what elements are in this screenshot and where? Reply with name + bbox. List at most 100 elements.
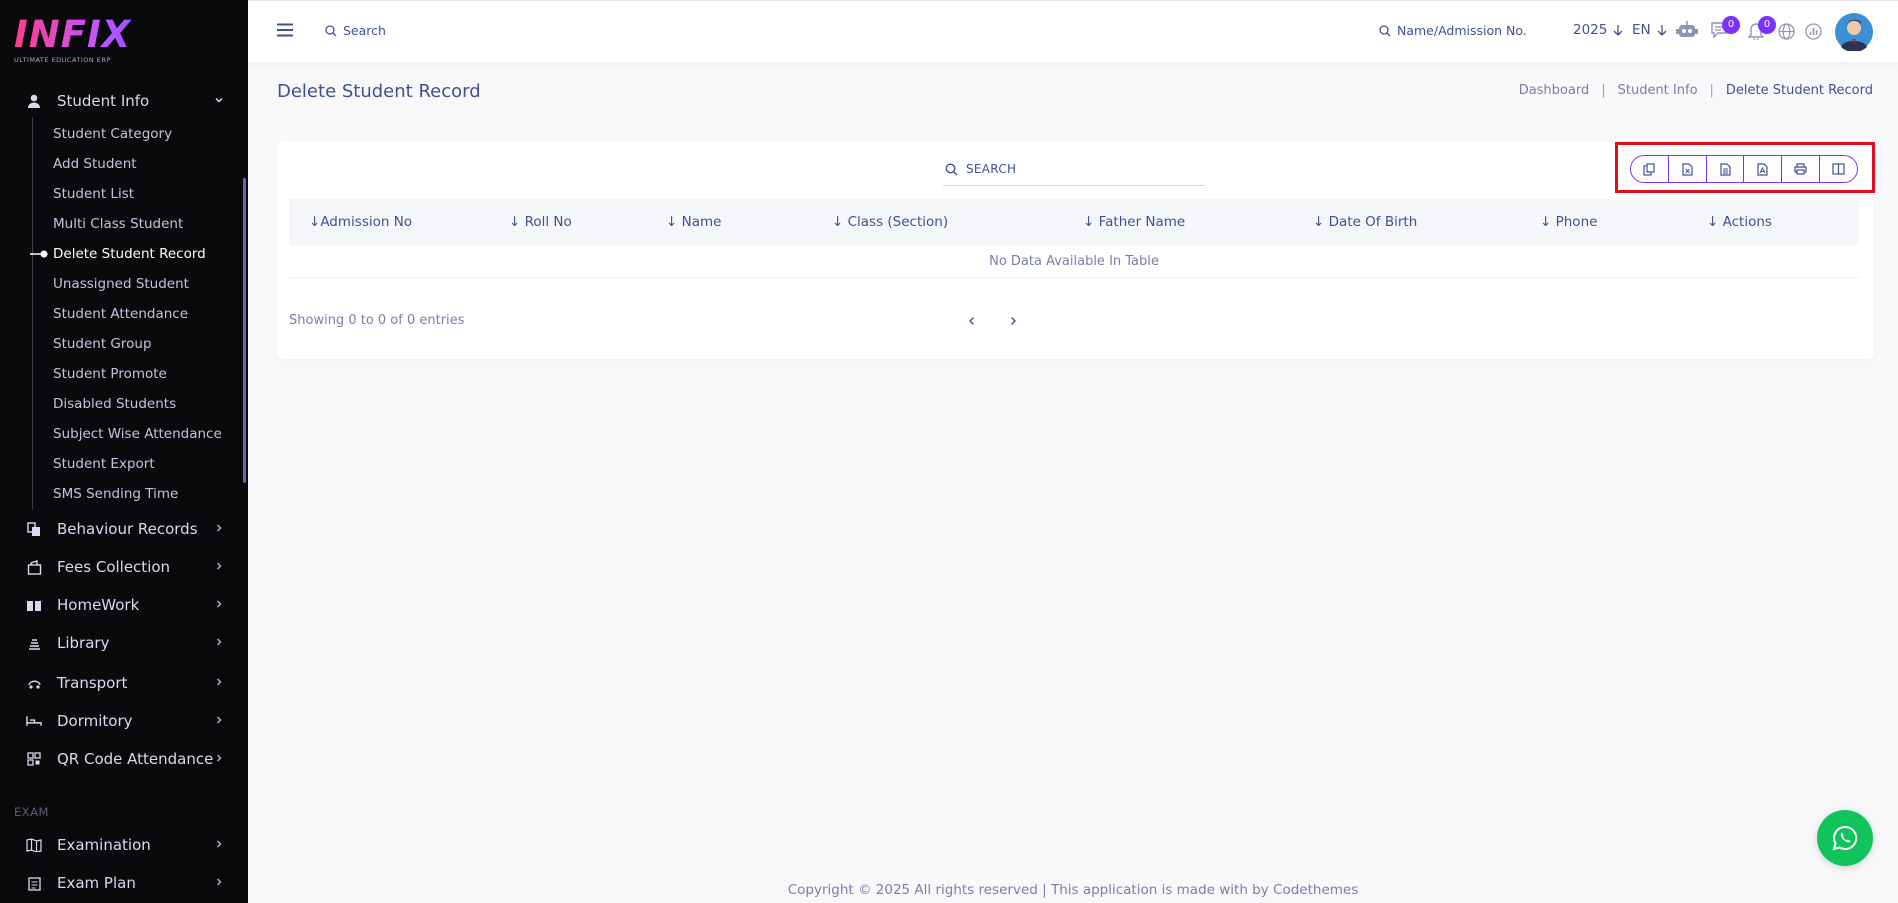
chevron-left-icon (969, 317, 974, 325)
global-search[interactable]: Search (325, 23, 386, 38)
ai-bot-button[interactable] (1676, 20, 1698, 40)
sidebar-item-student-category[interactable]: Student Category (53, 124, 172, 144)
menu-label: HomeWork (57, 596, 140, 614)
search-icon (945, 162, 958, 175)
library-icon (26, 635, 42, 651)
sidebar-item-disabled-students[interactable]: Disabled Students (53, 394, 176, 414)
menu-fees-collection[interactable]: Fees Collection (0, 552, 248, 582)
chevron-right-icon (1011, 317, 1016, 325)
breadcrumb-student-info[interactable]: Student Info (1618, 83, 1698, 98)
qr-icon (26, 751, 42, 767)
menu-label: Student Info (57, 92, 150, 110)
menu-qr-code-attendance[interactable]: QR Code Attendance (0, 744, 248, 774)
sidebar-item-sms-sending-time[interactable]: SMS Sending Time (53, 484, 178, 504)
menu-label: Examination (57, 836, 151, 854)
column-header-phone[interactable]: ↓ Phone (1540, 199, 1597, 245)
table-empty-row: No Data Available In Table (289, 245, 1859, 278)
arrow-down-icon (1613, 25, 1623, 36)
chevron-right-icon (214, 876, 224, 890)
sidebar-item-student-attendance[interactable]: Student Attendance (53, 304, 188, 324)
transport-icon (26, 675, 42, 691)
column-header-roll-no[interactable]: ↓ Roll No (509, 199, 572, 245)
sidebar-item-subject-wise-attendance[interactable]: Subject Wise Attendance (53, 424, 222, 444)
sidebar-item-multi-class-student[interactable]: Multi Class Student (53, 214, 183, 234)
map-icon (26, 837, 42, 853)
menu-dormitory[interactable]: Dormitory (0, 706, 248, 736)
menu-student-info[interactable]: Student Info (0, 86, 248, 116)
hamburger-menu-button[interactable] (277, 23, 293, 37)
chevron-right-icon (214, 560, 224, 574)
year-value: 2025 (1573, 22, 1608, 38)
chevron-right-icon (214, 522, 224, 536)
book-icon (26, 597, 42, 613)
menu-behaviour-records[interactable]: Behaviour Records (0, 514, 248, 544)
whatsapp-icon (1832, 825, 1858, 851)
menu-library[interactable]: Library (0, 628, 248, 658)
language-value: EN (1632, 22, 1651, 38)
behaviour-icon (26, 521, 42, 537)
menu-label: Transport (57, 674, 128, 692)
breadcrumb-current: Delete Student Record (1725, 83, 1873, 98)
column-header-admission-no[interactable]: ↓Admission No (309, 199, 412, 245)
chevron-right-icon (214, 838, 224, 852)
sidebar-item-add-student[interactable]: Add Student (53, 154, 137, 174)
sidebar-scrollbar[interactable] (243, 178, 246, 483)
language-select[interactable]: EN (1632, 22, 1667, 38)
column-header-date-of-birth[interactable]: ↓ Date Of Birth (1313, 199, 1417, 245)
table-header: ↓Admission No ↓ Roll No ↓ Name ↓ Class (… (289, 199, 1859, 245)
column-header-class-section[interactable]: ↓ Class (Section) (832, 199, 948, 245)
breadcrumb-separator: | (1601, 83, 1606, 98)
menu-exam-plan[interactable]: Exam Plan (0, 868, 248, 898)
section-label-exam: EXAM (14, 805, 49, 819)
menu-label: Dormitory (57, 712, 133, 730)
avatar-icon (1835, 13, 1873, 51)
robot-icon (1676, 21, 1698, 37)
sidebar-item-student-group[interactable]: Student Group (53, 334, 152, 354)
chevron-down-icon (214, 94, 224, 108)
chevron-right-icon (214, 636, 224, 650)
pagination-next[interactable] (1001, 309, 1025, 333)
highlight-box (1615, 142, 1875, 193)
search-input[interactable]: Search (343, 23, 386, 38)
sidebar-item-student-export[interactable]: Student Export (53, 454, 155, 474)
menu-examination[interactable]: Examination (0, 830, 248, 860)
whatsapp-button[interactable] (1817, 810, 1873, 866)
sidebar-item-student-promote[interactable]: Student Promote (53, 364, 167, 384)
sidebar-item-delete-student-record[interactable]: Delete Student Record (53, 244, 206, 264)
fees-icon (26, 559, 42, 575)
menu-label: Behaviour Records (57, 520, 198, 538)
brand-logo[interactable]: INFIX ULTIMATE EDUCATION ERP (14, 16, 164, 66)
menu-label: Fees Collection (57, 558, 171, 576)
column-header-actions[interactable]: ↓ Actions (1707, 199, 1772, 245)
table-search-input[interactable]: SEARCH (943, 153, 1205, 186)
menu-homework[interactable]: HomeWork (0, 590, 248, 620)
bed-icon (26, 713, 42, 729)
active-indicator-icon (30, 250, 48, 258)
footer: Copyright © 2025 All rights reserved | T… (787, 882, 1359, 898)
sidebar: INFIX ULTIMATE EDUCATION ERP Student Inf… (0, 0, 248, 903)
submenu-line (32, 117, 33, 510)
breadcrumb-dashboard[interactable]: Dashboard (1519, 83, 1590, 98)
menu-transport[interactable]: Transport (0, 668, 248, 698)
menu-label: QR Code Attendance (57, 750, 214, 768)
user-avatar[interactable] (1835, 13, 1873, 51)
student-search-input[interactable]: Name/Admission No. (1397, 23, 1527, 38)
student-search[interactable]: Name/Admission No. (1379, 23, 1527, 38)
chevron-right-icon (214, 714, 224, 728)
menu-label: Exam Plan (57, 874, 136, 892)
year-select[interactable]: 2025 (1573, 22, 1623, 38)
column-header-father-name[interactable]: ↓ Father Name (1083, 199, 1185, 245)
logo-tagline: ULTIMATE EDUCATION ERP (14, 56, 111, 64)
topbar: Search Name/Admission No. 2025 EN 0 0 (248, 0, 1898, 62)
logo-text: INFIX (14, 16, 164, 54)
sidebar-item-student-list[interactable]: Student List (53, 184, 134, 204)
table-info: Showing 0 to 0 of 0 entries (289, 313, 465, 328)
sidebar-item-unassigned-student[interactable]: Unassigned Student (53, 274, 189, 294)
search-icon (1379, 24, 1391, 36)
pagination-previous[interactable] (960, 309, 984, 333)
clipboard-icon (26, 875, 42, 891)
column-header-name[interactable]: ↓ Name (666, 199, 721, 245)
reports-button[interactable] (1805, 23, 1822, 40)
page-title: Delete Student Record (277, 81, 481, 102)
website-button[interactable] (1778, 23, 1795, 40)
